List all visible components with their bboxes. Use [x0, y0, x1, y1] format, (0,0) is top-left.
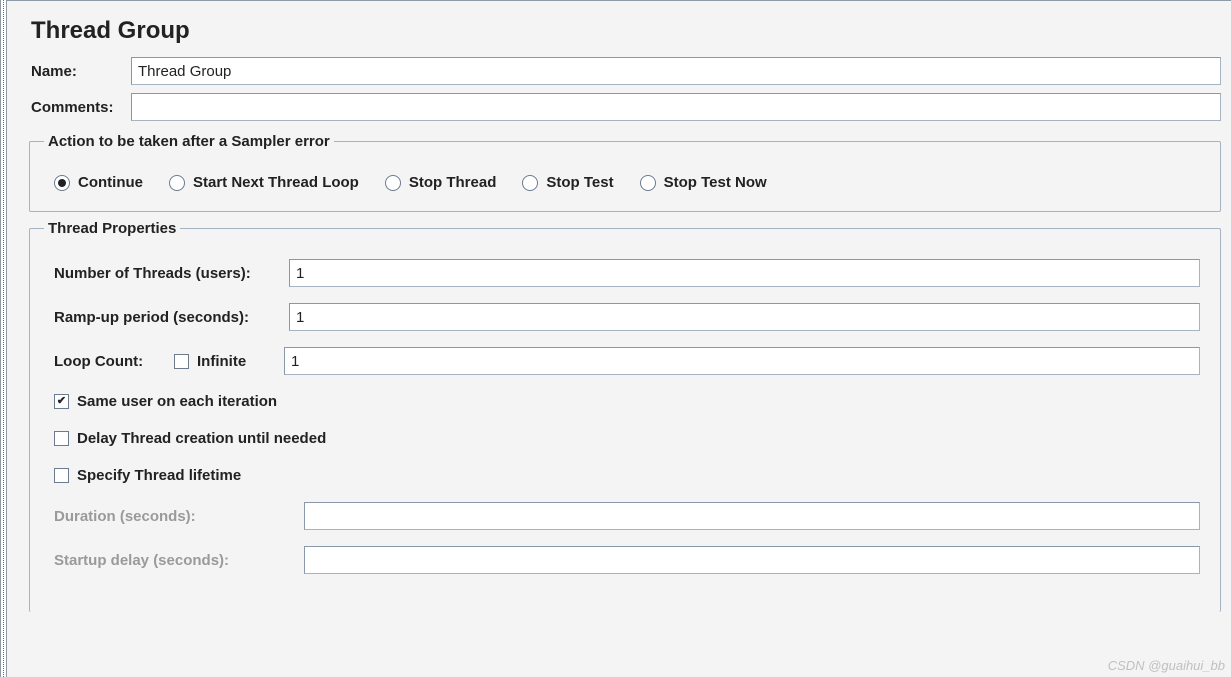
- startup-delay-label: Startup delay (seconds):: [54, 552, 294, 569]
- radio-continue[interactable]: Continue: [54, 174, 143, 191]
- same-user-label: Same user on each iteration: [77, 393, 277, 410]
- sampler-error-legend: Action to be taken after a Sampler error: [44, 133, 334, 150]
- comments-label: Comments:: [31, 99, 121, 116]
- num-threads-input[interactable]: [289, 259, 1200, 287]
- checkbox-icon: [54, 468, 69, 483]
- loop-count-label: Loop Count:: [54, 353, 164, 370]
- same-user-row: Same user on each iteration: [44, 383, 1206, 420]
- infinite-label: Infinite: [197, 353, 246, 370]
- num-threads-row: Number of Threads (users):: [44, 251, 1206, 295]
- radio-stop-test-label: Stop Test: [546, 174, 613, 191]
- loop-count-input[interactable]: [284, 347, 1200, 375]
- radio-icon: [385, 175, 401, 191]
- radio-icon: [522, 175, 538, 191]
- page-title: Thread Group: [7, 5, 1231, 53]
- outer-frame-edge: Thread Group Name: Comments: Action to b…: [0, 0, 1231, 677]
- checkbox-icon: [174, 354, 189, 369]
- infinite-checkbox[interactable]: Infinite: [174, 353, 274, 370]
- delay-creation-checkbox[interactable]: Delay Thread creation until needed: [54, 430, 326, 447]
- config-panel: Thread Group Name: Comments: Action to b…: [6, 0, 1231, 677]
- radio-stop-test-now-label: Stop Test Now: [664, 174, 767, 191]
- delay-creation-row: Delay Thread creation until needed: [44, 420, 1206, 457]
- name-input[interactable]: [131, 57, 1221, 85]
- sampler-error-radio-row: Continue Start Next Thread Loop Stop Thr…: [44, 164, 1206, 197]
- duration-label: Duration (seconds):: [54, 508, 294, 525]
- duration-row: Duration (seconds):: [44, 494, 1206, 538]
- radio-start-next-loop[interactable]: Start Next Thread Loop: [169, 174, 359, 191]
- sampler-error-group: Action to be taken after a Sampler error…: [29, 133, 1221, 212]
- checkbox-icon: [54, 394, 69, 409]
- radio-icon: [169, 175, 185, 191]
- radio-stop-thread[interactable]: Stop Thread: [385, 174, 497, 191]
- watermark-text: CSDN @guaihui_bb: [1108, 658, 1225, 673]
- radio-start-next-label: Start Next Thread Loop: [193, 174, 359, 191]
- loop-count-row: Loop Count: Infinite: [44, 339, 1206, 383]
- radio-stop-test-now[interactable]: Stop Test Now: [640, 174, 767, 191]
- num-threads-label: Number of Threads (users):: [54, 265, 279, 282]
- specify-lifetime-row: Specify Thread lifetime: [44, 457, 1206, 494]
- startup-delay-input[interactable]: [304, 546, 1200, 574]
- config-panel-inner: Thread Group Name: Comments: Action to b…: [7, 1, 1231, 612]
- radio-icon: [640, 175, 656, 191]
- specify-lifetime-checkbox[interactable]: Specify Thread lifetime: [54, 467, 241, 484]
- comments-row: Comments:: [7, 89, 1231, 125]
- specify-lifetime-label: Specify Thread lifetime: [77, 467, 241, 484]
- checkbox-icon: [54, 431, 69, 446]
- name-row: Name:: [7, 53, 1231, 89]
- radio-continue-label: Continue: [78, 174, 143, 191]
- delay-creation-label: Delay Thread creation until needed: [77, 430, 326, 447]
- thread-properties-group: Thread Properties Number of Threads (use…: [29, 220, 1221, 612]
- startup-delay-row: Startup delay (seconds):: [44, 538, 1206, 582]
- thread-properties-legend: Thread Properties: [44, 220, 180, 237]
- radio-stop-thread-label: Stop Thread: [409, 174, 497, 191]
- radio-icon: [54, 175, 70, 191]
- radio-stop-test[interactable]: Stop Test: [522, 174, 613, 191]
- ramp-up-row: Ramp-up period (seconds):: [44, 295, 1206, 339]
- same-user-checkbox[interactable]: Same user on each iteration: [54, 393, 277, 410]
- name-label: Name:: [31, 63, 121, 80]
- splitter-edge[interactable]: Thread Group Name: Comments: Action to b…: [3, 0, 1231, 677]
- ramp-up-input[interactable]: [289, 303, 1200, 331]
- comments-input[interactable]: [131, 93, 1221, 121]
- duration-input[interactable]: [304, 502, 1200, 530]
- ramp-up-label: Ramp-up period (seconds):: [54, 309, 279, 326]
